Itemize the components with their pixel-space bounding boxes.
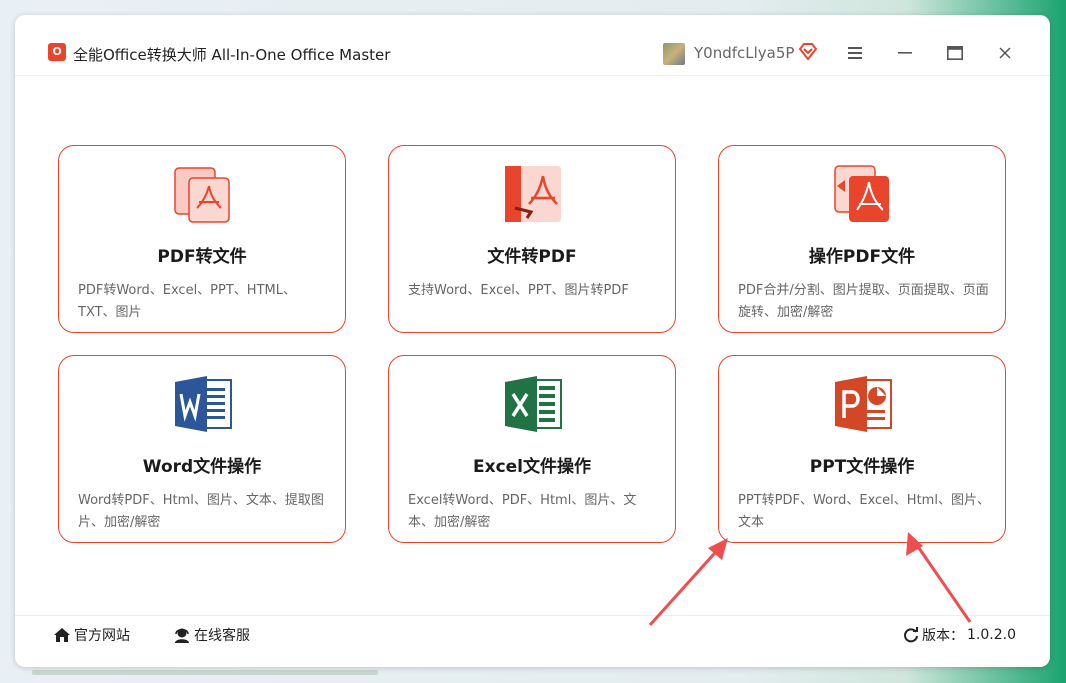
card-description: PPT转PDF、Word、Excel、Html、图片、文本	[738, 493, 990, 530]
card-title: 文件转PDF	[487, 247, 577, 267]
pdf-to-file-icon	[173, 164, 233, 224]
card-word[interactable]: Word文件操作 Word转PDF、Html、图片、文本、提取图片、加密/解密	[58, 355, 346, 543]
home-icon	[54, 628, 70, 642]
official-website-label: 官方网站	[74, 628, 130, 644]
card-pdf-to-file[interactable]: PDF转文件 PDF转Word、Excel、PPT、HTML、TXT、图片	[58, 145, 346, 333]
word-icon	[173, 374, 233, 434]
online-support-link[interactable]: 在线客服	[173, 625, 250, 645]
support-icon	[175, 628, 189, 643]
annotation-arrows	[648, 532, 972, 627]
card-description: Word转PDF、Html、图片、文本、提取图片、加密/解密	[78, 493, 324, 530]
card-description: PDF转Word、Excel、PPT、HTML、TXT、图片	[78, 283, 296, 320]
card-file-to-pdf[interactable]: 文件转PDF 支持Word、Excel、PPT、图片转PDF	[388, 145, 676, 333]
menu-icon[interactable]	[843, 41, 867, 65]
app-logo-icon: O	[48, 43, 66, 61]
card-title: 操作PDF文件	[808, 247, 916, 267]
title-divider	[15, 75, 1050, 76]
app-title: 全能Office转换大师 All-In-One Office Master	[73, 46, 391, 64]
title-bar: O 全能Office转换大师 All-In-One Office Master …	[15, 15, 1050, 75]
card-title: PDF转文件	[157, 247, 247, 267]
excel-icon	[503, 374, 563, 434]
online-support-label: 在线客服	[194, 628, 250, 644]
card-title: PPT文件操作	[809, 457, 915, 477]
card-title: Excel文件操作	[472, 457, 591, 477]
card-description: PDF合并/分割、图片提取、页面提取、页面旋转、加密/解密	[738, 283, 989, 320]
file-to-pdf-icon	[503, 164, 563, 224]
ppt-icon	[833, 374, 893, 434]
close-icon[interactable]	[993, 41, 1017, 65]
background-taskbar-strip	[32, 670, 378, 675]
card-description: 支持Word、Excel、PPT、图片转PDF	[408, 283, 629, 298]
vip-diamond-icon[interactable]	[797, 41, 819, 63]
username-label[interactable]: Y0ndfcLlya5P	[694, 44, 794, 62]
official-website-link[interactable]: 官方网站	[53, 625, 130, 645]
card-pdf-operate[interactable]: 操作PDF文件 PDF合并/分割、图片提取、页面提取、页面旋转、加密/解密	[718, 145, 1006, 333]
minimize-icon[interactable]	[893, 41, 917, 65]
card-description: Excel转Word、PDF、Html、图片、文本、加密/解密	[408, 493, 637, 530]
maximize-icon[interactable]	[943, 41, 967, 65]
card-title: Word文件操作	[142, 457, 262, 477]
user-avatar[interactable]	[663, 43, 685, 65]
card-ppt[interactable]: PPT文件操作 PPT转PDF、Word、Excel、Html、图片、文本	[718, 355, 1006, 543]
pdf-operate-icon	[833, 164, 893, 224]
card-excel[interactable]: Excel文件操作 Excel转Word、PDF、Html、图片、文本、加密/解…	[388, 355, 676, 543]
